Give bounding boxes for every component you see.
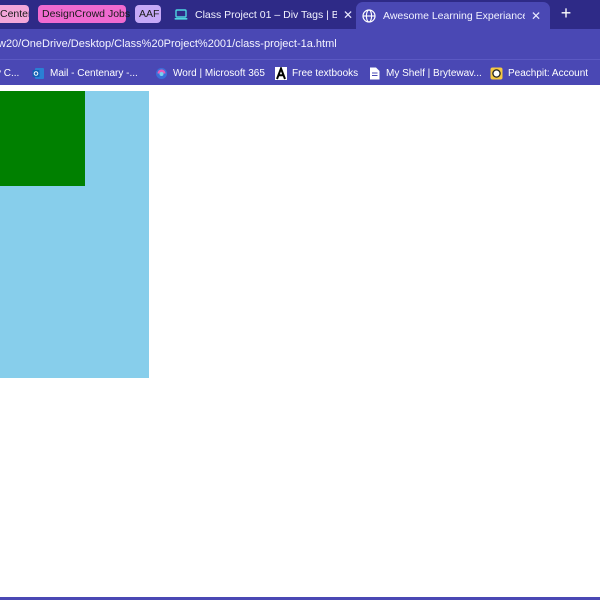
bookmark-label: y C...: [0, 67, 20, 79]
tab-strip: Centenary DesignCrowd Jobs AAF Class Pro…: [0, 0, 600, 29]
address-bar[interactable]: w20/OneDrive/Desktop/Class%20Project%200…: [0, 29, 600, 59]
bookmark-item[interactable]: y C...: [0, 65, 19, 81]
globe-icon: [361, 8, 377, 24]
a-letter-icon: [274, 66, 287, 80]
tab-title: Awesome Learning Experiance: [383, 9, 525, 22]
bookmark-label: Word | Microsoft 365: [173, 67, 265, 79]
bookmark-label: Mail - Centenary -...: [50, 67, 138, 79]
tab-title: Class Project 01 – Div Tags | Bring: [195, 9, 337, 21]
close-icon[interactable]: ✕: [341, 8, 355, 22]
document-icon: [368, 67, 381, 80]
bookmark-label: Peachpit: Account: [508, 67, 589, 79]
green-div: [0, 91, 85, 186]
bookmark-label: Free textbooks: [292, 67, 359, 79]
bookmark-label: My Shelf | Brytewav...: [386, 67, 482, 79]
address-url[interactable]: w20/OneDrive/Desktop/Class%20Project%200…: [0, 38, 337, 50]
bookmark-my-shelf[interactable]: My Shelf | Brytewav...: [368, 65, 482, 81]
tab-group-designcrowd-jobs[interactable]: DesignCrowd Jobs: [38, 5, 130, 23]
bookmark-free-textbooks[interactable]: Free textbooks: [274, 65, 358, 81]
outlook-icon: [32, 67, 45, 80]
new-tab-button[interactable]: +: [556, 4, 576, 24]
bookmarks-bar: y C... Mail - Centenary -... Word | Micr…: [0, 59, 600, 85]
peachpit-icon: [490, 67, 503, 80]
bookmark-mail-centenary[interactable]: Mail - Centenary -...: [32, 65, 138, 81]
tab-class-project[interactable]: Class Project 01 – Div Tags | Bring ✕: [168, 2, 358, 28]
laptop-icon: [173, 7, 189, 23]
bookmark-peachpit[interactable]: Peachpit: Account: [490, 65, 588, 81]
close-icon[interactable]: ✕: [529, 9, 543, 23]
microsoft365-icon: [155, 67, 168, 80]
tab-awesome-learning[interactable]: Awesome Learning Experiance ✕: [356, 2, 550, 29]
bookmark-word[interactable]: Word | Microsoft 365: [155, 65, 265, 81]
tab-group-centenary[interactable]: Centenary: [0, 5, 29, 23]
tab-group-aaf[interactable]: AAF: [135, 5, 161, 23]
page-viewport: [0, 85, 600, 597]
